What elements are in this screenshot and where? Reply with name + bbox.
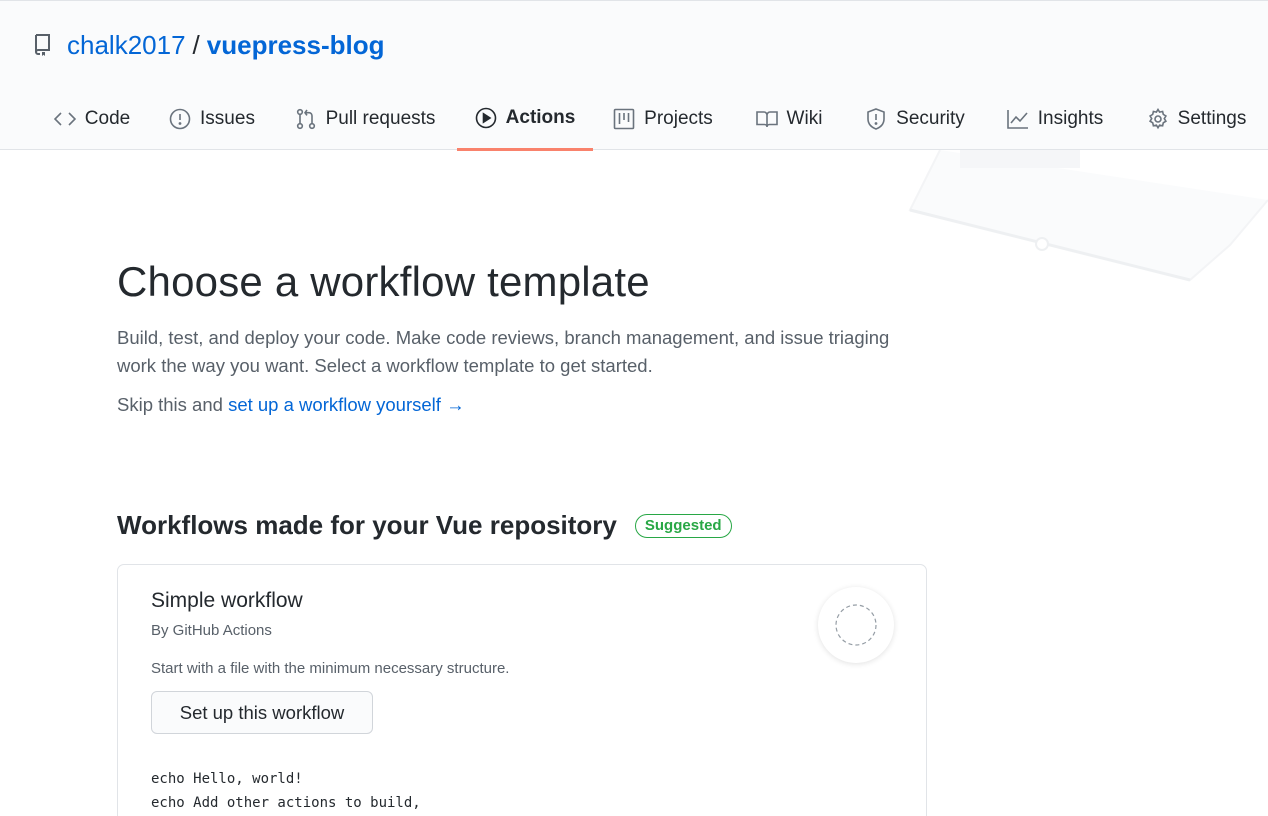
tab-label: Pull requests bbox=[325, 108, 436, 129]
tab-label: Wiki bbox=[786, 108, 823, 129]
book-icon bbox=[755, 108, 778, 130]
dashed-circle-icon bbox=[835, 604, 877, 646]
tab-label: Code bbox=[84, 108, 131, 129]
graph-icon bbox=[1006, 108, 1029, 130]
repo-icon bbox=[33, 32, 55, 58]
tab-settings[interactable]: Settings bbox=[1125, 87, 1268, 151]
page-description: Build, test, and deploy your code. Make … bbox=[117, 327, 890, 376]
workflow-logo bbox=[818, 587, 894, 663]
repo-separator: / bbox=[192, 29, 200, 60]
code-line: echo Hello, world! bbox=[151, 771, 303, 787]
skip-prefix: Skip this and bbox=[117, 394, 229, 415]
set-up-workflow-button[interactable]: Set up this workflow bbox=[151, 691, 373, 734]
tab-actions[interactable]: Actions bbox=[457, 87, 593, 151]
tab-projects[interactable]: Projects bbox=[593, 87, 733, 151]
repo-header: chalk2017 / vuepress-blog Code Issues Pu… bbox=[0, 0, 1268, 151]
decorative-illustration bbox=[900, 150, 1268, 300]
page-title: Choose a workflow template bbox=[117, 258, 650, 305]
tab-security[interactable]: Security bbox=[845, 87, 985, 151]
tab-pull-requests[interactable]: Pull requests bbox=[273, 87, 457, 151]
workflow-card: Simple workflow By GitHub Actions Start … bbox=[117, 564, 927, 816]
tab-label: Insights bbox=[1037, 108, 1104, 129]
workflow-code-preview: echo Hello, world! echo Add other actions… bbox=[151, 767, 421, 815]
workflow-card-author: By GitHub Actions bbox=[151, 622, 272, 639]
setup-workflow-yourself-link[interactable]: set up a workflow yourself → bbox=[228, 394, 464, 415]
play-icon bbox=[475, 107, 497, 129]
repo-nav-tabs: Code Issues Pull requests Actions Projec… bbox=[0, 87, 1268, 151]
suggested-badge: Suggested bbox=[634, 513, 732, 538]
tab-label: Issues bbox=[200, 108, 255, 129]
tab-label: Settings bbox=[1177, 108, 1247, 129]
pull-request-icon bbox=[295, 108, 317, 130]
gear-icon bbox=[1147, 108, 1169, 130]
tab-label: Projects bbox=[644, 108, 713, 129]
repo-owner-link[interactable]: chalk2017 bbox=[67, 30, 186, 61]
repo-title: chalk2017 / vuepress-blog bbox=[33, 29, 385, 61]
issue-icon bbox=[169, 108, 191, 130]
tab-label: Actions bbox=[505, 106, 576, 128]
repo-name-link[interactable]: vuepress-blog bbox=[207, 30, 385, 61]
tab-issues[interactable]: Issues bbox=[151, 87, 273, 151]
shield-icon bbox=[865, 108, 887, 130]
section-title-text: Workflows made for your Vue repository bbox=[117, 510, 617, 540]
project-icon bbox=[613, 108, 635, 130]
tab-wiki[interactable]: Wiki bbox=[733, 87, 845, 151]
tab-label: Security bbox=[896, 108, 965, 129]
code-line: echo Add other actions to build, bbox=[151, 795, 421, 811]
code-icon bbox=[53, 108, 76, 130]
tab-code[interactable]: Code bbox=[33, 87, 151, 151]
skip-line: Skip this and set up a workflow yourself… bbox=[117, 394, 465, 416]
tab-insights[interactable]: Insights bbox=[985, 87, 1125, 151]
arrow-right-icon: → bbox=[446, 394, 465, 415]
section-title: Workflows made for your Vue repository S… bbox=[117, 510, 732, 541]
workflow-card-title: Simple workflow bbox=[151, 589, 303, 612]
setup-workflow-yourself-label: set up a workflow yourself bbox=[228, 394, 441, 415]
workflow-card-description: Start with a file with the minimum neces… bbox=[151, 660, 510, 677]
